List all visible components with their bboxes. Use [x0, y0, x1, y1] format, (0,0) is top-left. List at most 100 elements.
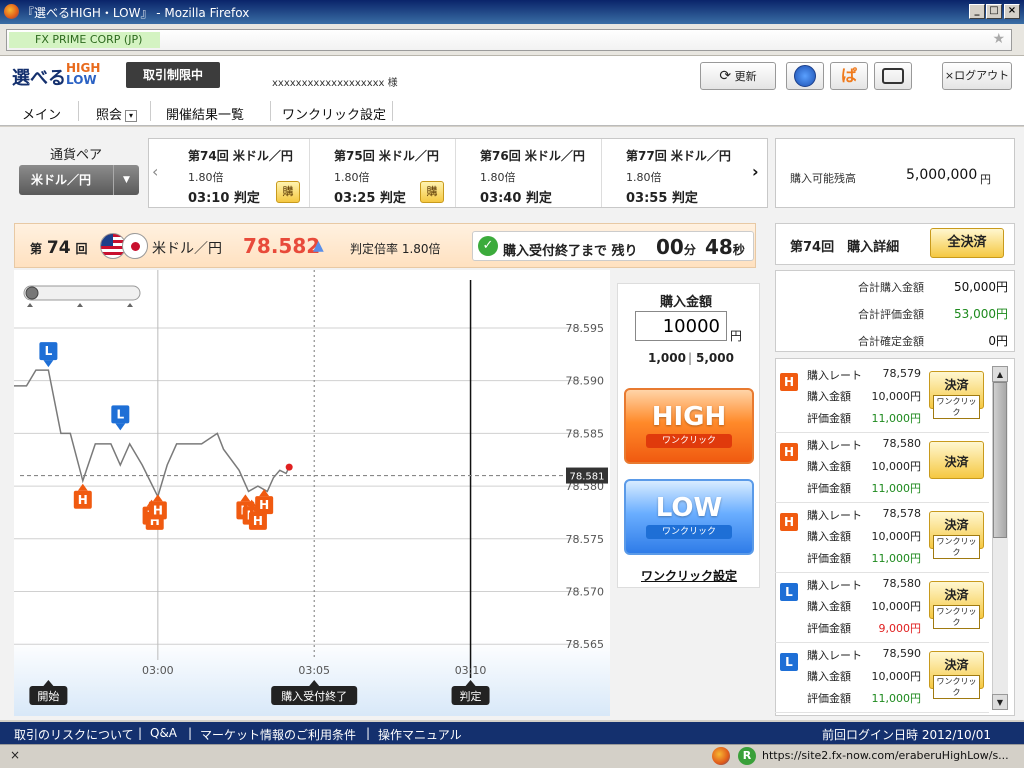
footer-separator: | — [188, 726, 193, 740]
current-rate: 78.582 — [243, 234, 321, 258]
manual-link[interactable]: 操作マニュアル — [378, 726, 462, 743]
pair-select[interactable]: 米ドル／円 ▼ — [19, 165, 139, 195]
zoom-tick — [27, 303, 33, 307]
logout-button[interactable]: ×ログアウト — [942, 62, 1012, 90]
close-icon[interactable]: × — [10, 748, 20, 762]
total-eval-label: 合計評価金額 — [858, 308, 924, 321]
chevron-down-icon: ▼ — [113, 165, 139, 195]
low-button[interactable]: LOW ワンクリック — [624, 479, 754, 555]
minimize-button[interactable]: _ — [969, 4, 985, 19]
total-settled-label: 合計確定金額 — [858, 335, 924, 348]
settle-all-button[interactable]: 全決済 — [930, 228, 1004, 258]
zoom-tick — [77, 303, 83, 307]
qa-link[interactable]: Q&A — [150, 726, 177, 740]
round-card-74[interactable]: 第74回 米ドル／円 1.80倍 03:10 判定 購 — [164, 139, 310, 207]
amount-separator: | — [688, 351, 693, 365]
rate-label: 購入レート — [807, 579, 862, 592]
scroll-down-icon[interactable]: ▼ — [992, 694, 1008, 710]
scrollbar-thumb[interactable] — [993, 382, 1007, 538]
marker-label: 判定 — [460, 689, 482, 703]
round-title: 第76回 米ドル／円 — [480, 149, 585, 163]
balance-label: 購入可能残高 — [790, 172, 856, 185]
position-row: H 購入レート 78,580 購入金額 10,000円 評価金額 11,000円 決済 — [775, 433, 989, 503]
footer-separator: | — [138, 726, 143, 740]
amount-input[interactable] — [635, 311, 727, 341]
amount-label: 購入金額 — [807, 600, 851, 613]
x-tick-label: 03:00 — [142, 664, 174, 677]
entry-marker-label: L — [45, 344, 53, 358]
round-judge-time: 03:25 判定 — [334, 191, 406, 206]
oneclick-settings-link[interactable]: ワンクリック設定 — [641, 567, 737, 584]
round-card-76[interactable]: 第76回 米ドル／円 1.80倍 03:40 判定 — [456, 139, 602, 207]
zoom-slider-handle[interactable] — [25, 286, 39, 300]
scroll-up-icon[interactable]: ▲ — [992, 366, 1008, 382]
round-judge-time: 03:40 判定 — [480, 191, 552, 206]
news-button[interactable]: ぱ — [830, 62, 868, 90]
refresh-icon: ⟳ — [719, 68, 732, 84]
firefox-icon — [712, 747, 730, 765]
eval-value: 9,000円 — [878, 622, 922, 635]
y-tick-label: 78.590 — [566, 375, 605, 388]
amount-value: 10,000円 — [871, 530, 922, 543]
settle-button[interactable]: 決済 ワンクリック — [929, 581, 984, 629]
close-window-button[interactable]: × — [1004, 4, 1020, 19]
eval-label: 評価金額 — [807, 482, 851, 495]
round-card-77[interactable]: 第77回 米ドル／円 1.80倍 03:55 判定 — [602, 139, 748, 207]
nav-oneclick-settings[interactable]: ワンクリック設定 — [282, 104, 386, 123]
nav-divider — [392, 101, 393, 121]
round-buy-button[interactable]: 購 — [420, 181, 444, 203]
chevron-right-icon[interactable]: › — [752, 162, 759, 181]
refresh-label: 更新 — [734, 70, 757, 83]
current-round-label: 第 74 回 — [30, 238, 87, 258]
low-label: LOW — [655, 493, 723, 523]
settle-label: 決済 — [944, 455, 969, 469]
pair-label: 通貨ペア — [50, 148, 103, 163]
position-row: L 購入レート 78,580 購入金額 10,000円 評価金額 9,000円 決済 ワンクリッ… — [775, 573, 989, 643]
position-type-badge: L — [780, 583, 798, 601]
chevron-left-icon[interactable]: ‹ — [152, 162, 158, 181]
terms-link[interactable]: マーケット情報のご利用条件 — [200, 726, 356, 743]
addon-icon[interactable]: R — [738, 747, 756, 765]
amount-label: 購入金額 — [660, 295, 713, 310]
bookmark-star-icon[interactable]: ★ — [992, 31, 1005, 47]
y-tick-label: 78.575 — [566, 533, 605, 546]
nav-main[interactable]: メイン — [22, 104, 61, 123]
oneclick-badge: ワンクリック — [933, 395, 980, 419]
total-settled-value: 0円 — [988, 334, 1008, 348]
maximize-button[interactable]: □ — [986, 4, 1002, 19]
eval-value: 11,000円 — [871, 692, 922, 705]
x-tick-label: 03:05 — [298, 664, 330, 677]
amount-value: 10,000円 — [871, 460, 922, 473]
nav-divider — [270, 101, 271, 121]
payout-ratio: 判定倍率 1.80倍 — [350, 242, 441, 256]
rate-chart[interactable]: 78.59578.59078.58578.58078.57578.57078.5… — [14, 270, 610, 716]
nav-inquiry[interactable]: 照会 ▾ — [96, 104, 138, 123]
timer-minutes-unit: 分 — [683, 243, 696, 257]
site-identity-badge[interactable]: FX PRIME CORP (JP) — [9, 32, 161, 48]
entry-marker-label: H — [253, 514, 263, 528]
round-card-75[interactable]: 第75回 米ドル／円 1.80倍 03:25 判定 購 — [310, 139, 456, 207]
eval-label: 評価金額 — [807, 622, 851, 635]
amount-value: 10,000円 — [871, 390, 922, 403]
zoom-slider-track[interactable] — [23, 285, 141, 301]
round-multiplier: 1.80倍 — [188, 171, 224, 184]
chart-tool-button[interactable] — [874, 62, 912, 90]
settle-button[interactable]: 決済 — [929, 441, 984, 479]
settle-button[interactable]: 決済 ワンクリック — [929, 651, 984, 699]
marker-label: 開始 — [37, 689, 59, 703]
chevron-down-icon: ▾ — [125, 109, 138, 122]
language-button[interactable] — [786, 62, 824, 90]
risk-link[interactable]: 取引のリスクについて — [14, 726, 134, 743]
nav-divider — [78, 101, 79, 121]
refresh-button[interactable]: ⟳ 更新 — [700, 62, 776, 90]
low-entry-marker: L — [111, 405, 130, 431]
entry-marker-label: L — [116, 407, 124, 421]
y-tick-label: 78.585 — [566, 427, 605, 440]
settle-button[interactable]: 決済 ワンクリック — [929, 511, 984, 559]
address-field[interactable]: FX PRIME CORP (JP) ★ — [6, 29, 1012, 51]
high-button[interactable]: HIGH ワンクリック — [624, 388, 754, 464]
news-icon: ぱ — [840, 66, 857, 85]
settle-button[interactable]: 決済 ワンクリック — [929, 371, 984, 419]
nav-results[interactable]: 開催結果一覧 — [166, 104, 244, 123]
round-buy-button[interactable]: 購 — [276, 181, 300, 203]
